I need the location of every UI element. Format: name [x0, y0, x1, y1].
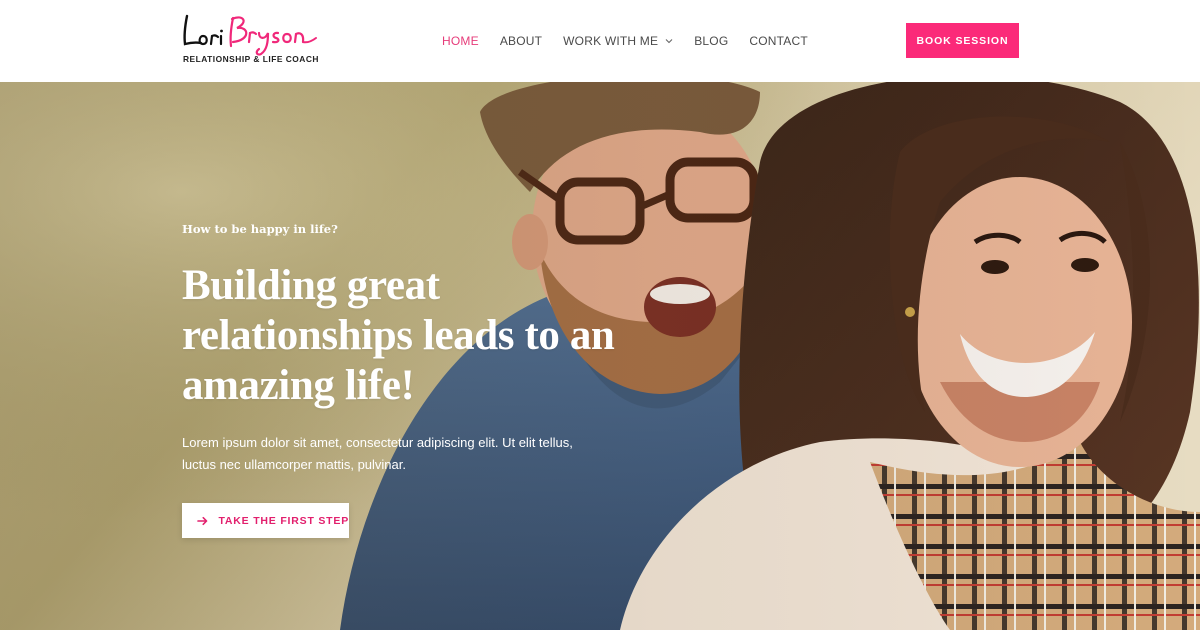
nav-item-label: CONTACT: [749, 34, 808, 48]
nav-item-about[interactable]: ABOUT: [500, 34, 542, 48]
nav-item-contact[interactable]: CONTACT: [749, 34, 808, 48]
logo-tagline: RELATIONSHIP & LIFE COACH: [183, 54, 319, 64]
nav-item-label: BLOG: [694, 34, 729, 48]
site-header: RELATIONSHIP & LIFE COACH HOME ABOUT WOR…: [0, 0, 1200, 82]
site-logo[interactable]: RELATIONSHIP & LIFE COACH: [181, 12, 321, 68]
cta-label: TAKE THE FIRST STEP: [218, 514, 349, 527]
hero-eyebrow: How to be happy in life?: [182, 222, 338, 236]
chevron-down-icon: [665, 39, 673, 44]
nav-item-label: WORK WITH ME: [563, 34, 659, 48]
hero-description: Lorem ipsum dolor sit amet, consectetur …: [182, 435, 573, 472]
arrow-right-icon: [197, 516, 208, 525]
nav-item-work-with-me[interactable]: WORK WITH ME: [563, 34, 673, 48]
nav-item-label: HOME: [442, 34, 479, 48]
nav-item-blog[interactable]: BLOG: [694, 34, 728, 48]
logo-script-wordmark: [183, 14, 317, 56]
book-session-button[interactable]: BOOK SESSION: [906, 23, 1019, 58]
main-navigation: HOME ABOUT WORK WITH ME BLOG CONTACT: [442, 0, 829, 82]
hero-section: How to be happy in life? Building great …: [0, 82, 1200, 630]
nav-item-label: ABOUT: [499, 34, 543, 48]
nav-item-home[interactable]: HOME: [442, 34, 479, 48]
take-the-first-step-button[interactable]: TAKE THE FIRST STEP: [182, 503, 349, 538]
hero-headline: Building great relationships leads to an…: [182, 262, 615, 409]
